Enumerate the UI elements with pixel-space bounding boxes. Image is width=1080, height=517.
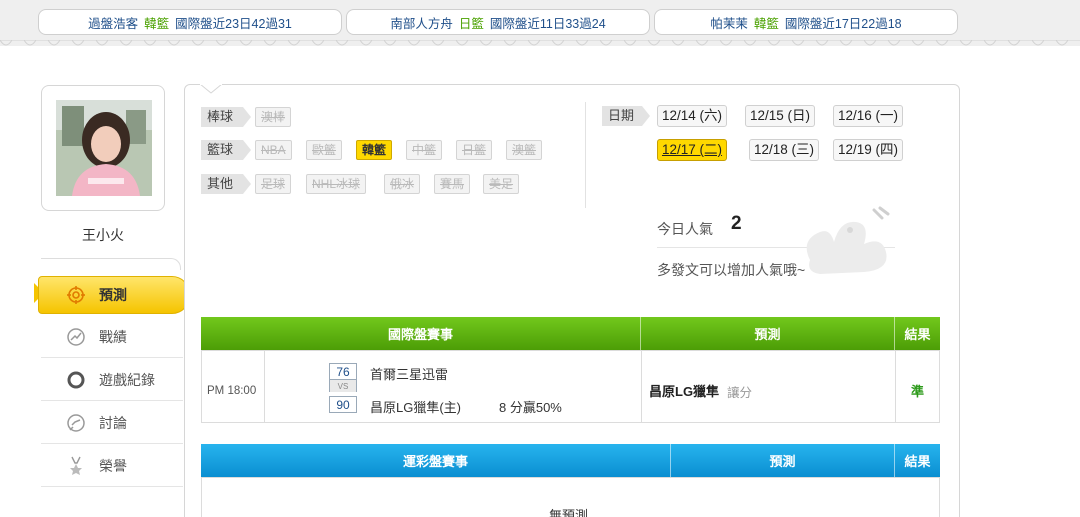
avatar-card <box>41 85 165 211</box>
intl-table-row <box>201 350 940 423</box>
spread-odds: 8 分贏50% <box>499 400 562 415</box>
nav-label: 榮譽 <box>99 457 127 474</box>
home-score: 90 <box>329 396 357 413</box>
ticker-item[interactable]: 過盤浩客 韓籃 國際盤近23日42過31 <box>38 9 342 35</box>
filter-chip[interactable]: 中籃 <box>406 140 443 160</box>
filter-chip[interactable]: 足球 <box>255 174 292 194</box>
filter-chip[interactable]: 俄冰 <box>384 174 421 194</box>
ticker-user[interactable]: 帕茉茉 <box>710 13 748 32</box>
top-ticker-bar: 過盤浩客 韓籃 國際盤近23日42過31 南部人方舟 日籃 國際盤近11日33過… <box>0 0 1080 46</box>
panel-notch <box>200 84 222 94</box>
ticker-item[interactable]: 帕茉茉 韓籃 國際盤近17日22過18 <box>654 9 958 35</box>
medal-icon <box>65 455 87 477</box>
ticker-record: 國際盤近17日22過18 <box>784 16 902 31</box>
nav-item-predict[interactable]: 預測 <box>38 276 190 314</box>
filter-chip-active[interactable]: 韓籃 <box>356 140 393 160</box>
cell-divider <box>895 350 896 423</box>
filter-chip[interactable]: NBA <box>255 140 292 160</box>
avatar[interactable] <box>56 100 152 196</box>
ticker-user[interactable]: 南部人方舟 <box>390 13 453 32</box>
match-time: PM 18:00 <box>207 385 257 397</box>
nav-label: 預測 <box>99 287 127 303</box>
target-icon <box>65 284 87 306</box>
popularity-label: 今日人氣 <box>657 221 713 237</box>
filter-chip[interactable]: 賽馬 <box>434 174 471 194</box>
nav-label: 遊戲紀錄 <box>99 371 155 388</box>
nav-item-game-log[interactable]: 遊戲紀錄 <box>41 359 183 401</box>
away-team[interactable]: 首爾三星迅雷 <box>370 364 448 383</box>
filter-chip[interactable]: 澳棒 <box>255 107 292 127</box>
filter-divider <box>585 102 586 208</box>
intl-table-header-event: 國際盤賽事 <box>201 317 641 350</box>
date-chip[interactable]: 12/15 (日) <box>745 105 816 127</box>
popularity-value: 2 <box>731 213 742 234</box>
filter-chip[interactable]: 澳籃 <box>506 140 543 160</box>
lottery-table-header-predict: 預測 <box>671 444 895 477</box>
vs-label: VS <box>329 380 357 392</box>
ticker-record: 國際盤近23日42過31 <box>175 16 292 31</box>
date-label: 日期 <box>602 106 651 126</box>
predicted-team: 昌原LG獵隼 <box>649 384 720 399</box>
ticker-category: 日籃 <box>458 16 484 31</box>
filter-label-other: 其他 <box>201 174 252 194</box>
filter-chip[interactable]: 日籃 <box>456 140 493 160</box>
filter-chip[interactable]: 美足 <box>483 174 520 194</box>
nav-item-record[interactable]: 戰績 <box>41 316 183 358</box>
cell-divider <box>264 350 265 423</box>
date-chip-active[interactable]: 12/17 (二) <box>657 139 728 161</box>
discussion-icon <box>65 412 87 434</box>
chart-icon <box>65 326 87 348</box>
nav-label: 討論 <box>99 414 127 431</box>
ticker-category: 韓籃 <box>144 16 170 31</box>
date-chip[interactable]: 12/19 (四) <box>833 139 904 161</box>
empty-state-text: 無預測 <box>549 508 589 517</box>
date-chip[interactable]: 12/16 (一) <box>833 105 904 127</box>
ticker-user[interactable]: 過盤浩客 <box>88 13 138 32</box>
ticker-item[interactable]: 南部人方舟 日籃 國際盤近11日33過24 <box>346 9 650 35</box>
prediction-result: 準 <box>911 384 925 399</box>
lottery-table-header-event: 運彩盤賽事 <box>201 444 671 477</box>
prediction-type: 讓分 <box>727 386 753 400</box>
away-score: 76 <box>329 363 357 380</box>
filter-chip[interactable]: 歐籃 <box>306 140 343 160</box>
home-team[interactable]: 昌原LG獵隼(主) <box>370 397 461 416</box>
ticker-record: 國際盤近11日33過24 <box>489 16 606 31</box>
date-chip[interactable]: 12/14 (六) <box>657 105 728 127</box>
cell-divider <box>641 350 642 423</box>
ticker-category: 韓籃 <box>753 16 779 31</box>
date-chip[interactable]: 12/18 (三) <box>749 139 820 161</box>
popularity-hint: 多發文可以增加人氣哦~ <box>657 262 806 278</box>
intl-table-header-result: 結果 <box>895 317 940 350</box>
lottery-table-header-result: 結果 <box>895 444 940 477</box>
intl-table-header-predict: 預測 <box>641 317 895 350</box>
filter-chip[interactable]: NHL冰球 <box>306 174 367 194</box>
nav-label: 戰績 <box>99 328 127 345</box>
circle-icon <box>65 369 87 391</box>
sidebar-divider <box>41 258 181 270</box>
filter-label-baseball: 棒球 <box>201 107 252 127</box>
filter-label-basketball: 籃球 <box>201 140 252 160</box>
nav-item-discussion[interactable]: 討論 <box>41 402 183 444</box>
mascot-watermark-icon <box>806 206 890 274</box>
ticker-wave-edge <box>0 40 1080 46</box>
nav-item-honor[interactable]: 榮譽 <box>41 445 183 487</box>
username: 王小火 <box>82 227 124 243</box>
